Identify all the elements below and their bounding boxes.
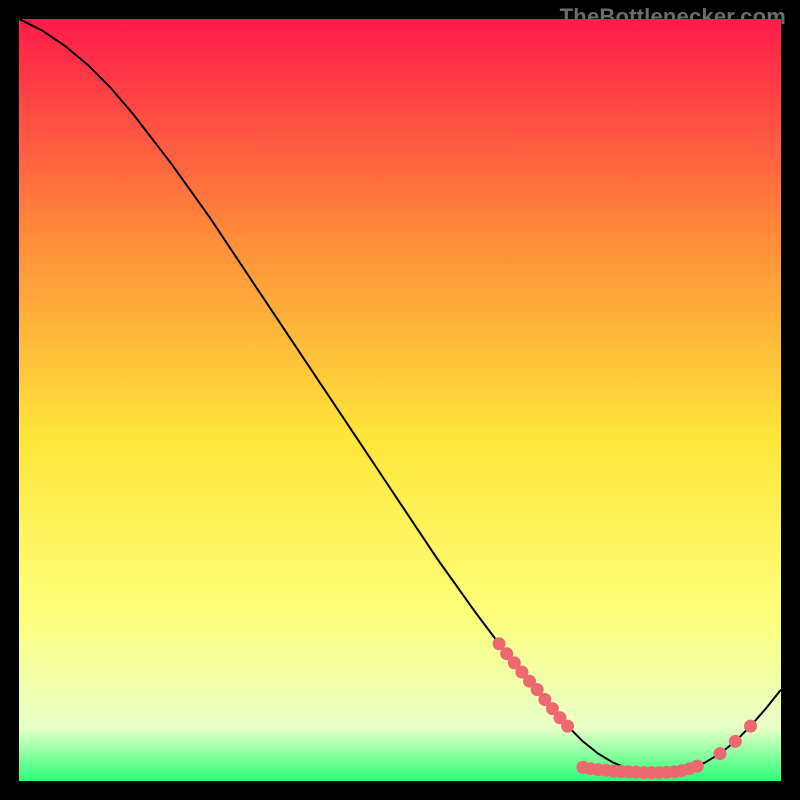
chart-plot-area xyxy=(19,19,781,781)
chart-svg xyxy=(19,19,781,781)
marker-dot xyxy=(714,747,727,760)
marker-dot xyxy=(561,720,574,733)
chart-frame: TheBottlenecker.com xyxy=(0,0,800,800)
marker-dot xyxy=(729,735,742,748)
marker-dot xyxy=(744,720,757,733)
marker-dot xyxy=(691,760,704,773)
gradient-background xyxy=(19,19,781,781)
